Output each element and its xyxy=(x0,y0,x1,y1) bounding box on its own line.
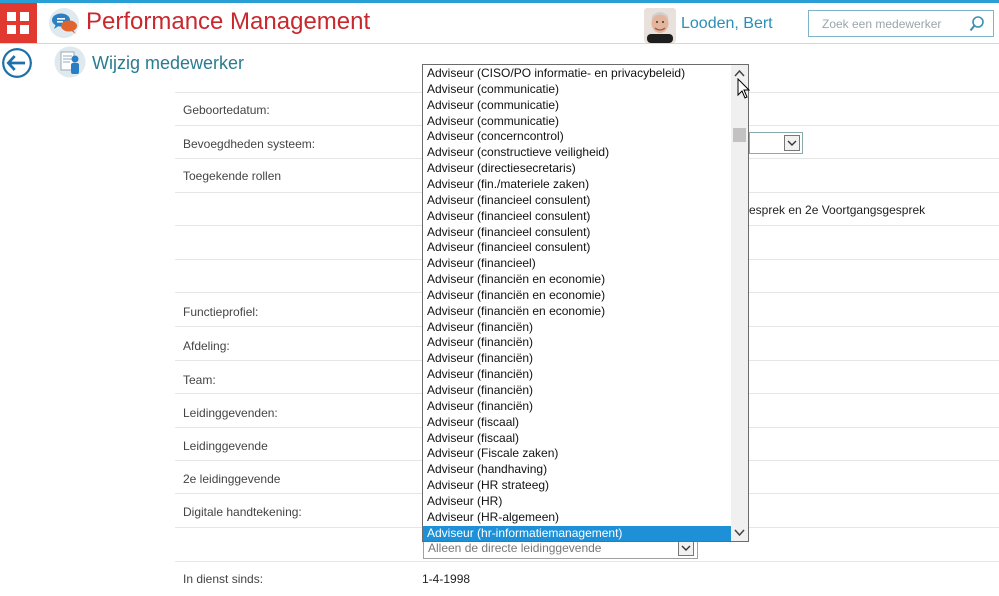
user-name[interactable]: Looden, Bert xyxy=(681,15,773,33)
label-bevoegdheden: Bevoegdheden systeem: xyxy=(183,137,316,151)
dropdown-option[interactable]: Adviseur (HR strateeg) xyxy=(423,478,732,494)
label-afdeling: Afdeling: xyxy=(183,339,230,353)
dropdown-option[interactable]: Adviseur (financiën en economie) xyxy=(423,304,732,320)
dropdown-option[interactable]: Adviseur (financiën) xyxy=(423,367,732,383)
mouse-cursor-icon xyxy=(737,78,751,99)
avatar[interactable] xyxy=(644,8,676,43)
dropdown-scrollbar[interactable] xyxy=(731,65,748,541)
chevron-down-icon[interactable] xyxy=(678,540,694,556)
search-placeholder: Zoek een medewerker xyxy=(822,17,942,31)
app-title: Performance Management xyxy=(86,8,371,35)
chat-bubbles-logo-icon xyxy=(49,8,79,38)
dropdown-option[interactable]: Adviseur (financiën) xyxy=(423,351,732,367)
dropdown-option[interactable]: Adviseur (fiscaal) xyxy=(423,431,732,447)
dropdown-option[interactable]: Adviseur (HR) xyxy=(423,494,732,510)
bevoegdheden-select[interactable] xyxy=(749,132,803,154)
dropdown-option[interactable]: Adviseur (financieel consulent) xyxy=(423,209,732,225)
label-geboortedatum: Geboortedatum: xyxy=(183,103,270,117)
dropdown-option[interactable]: Adviseur (Fiscale zaken) xyxy=(423,446,732,462)
dropdown-option[interactable]: Adviseur (HR-algemeen) xyxy=(423,510,732,526)
dropdown-option[interactable]: Adviseur (financiën) xyxy=(423,335,732,351)
signature-select-value: Alleen de directe leidinggevende xyxy=(428,541,602,555)
dropdown-option[interactable]: Adviseur (financieel consulent) xyxy=(423,240,732,256)
label-rollen: Toegekende rollen xyxy=(183,169,282,183)
apps-grid-icon[interactable] xyxy=(0,3,37,43)
chevron-down-icon[interactable] xyxy=(784,135,800,151)
scroll-thumb[interactable] xyxy=(733,128,746,142)
dropdown-option[interactable]: Adviseur (financiën) xyxy=(423,320,732,336)
label-leidinggevenden: Leidinggevenden: xyxy=(183,406,278,420)
function-dropdown-list[interactable]: Adviseur (CISO/PO informatie- en privacy… xyxy=(422,64,749,542)
dropdown-option[interactable]: Adviseur (financiën en economie) xyxy=(423,272,732,288)
label-leidinggevende: Leidinggevende xyxy=(183,439,268,453)
employee-edit-icon xyxy=(54,46,86,78)
dropdown-option[interactable]: Adviseur (concerncontrol) xyxy=(423,129,732,145)
dropdown-option[interactable]: Adviseur (CISO/PO informatie- en privacy… xyxy=(423,66,732,82)
role-description: esprek en 2e Voortgangsgesprek xyxy=(749,203,926,217)
dropdown-option[interactable]: Adviseur (financieel consulent) xyxy=(423,225,732,241)
label-functieprofiel: Functieprofiel: xyxy=(183,305,259,319)
back-arrow-icon[interactable] xyxy=(2,48,32,78)
page-title: Wijzig medewerker xyxy=(92,53,245,73)
dropdown-option[interactable]: Adviseur (fiscaal) xyxy=(423,415,732,431)
employee-search-input[interactable]: Zoek een medewerker xyxy=(808,10,994,37)
app-header: Performance Management Looden, Bert Zoek… xyxy=(0,3,999,44)
dropdown-option[interactable]: Adviseur (hr-informatiemanagement) xyxy=(423,525,732,541)
dropdown-option[interactable]: Adviseur (constructieve veiligheid) xyxy=(423,145,732,161)
dropdown-option[interactable]: Adviseur (financieel consulent) xyxy=(423,193,732,209)
scroll-down-icon[interactable] xyxy=(731,524,748,541)
dropdown-option[interactable]: Adviseur (communicatie) xyxy=(423,82,732,98)
search-icon[interactable] xyxy=(969,15,985,33)
row-in-dienst: In dienst sinds: 1-4-1998 xyxy=(175,561,999,595)
dropdown-option[interactable]: Adviseur (fin./materiele zaken) xyxy=(423,177,732,193)
dropdown-option[interactable]: Adviseur (communicatie) xyxy=(423,114,732,130)
label-2e-leidinggevende: 2e leidinggevende xyxy=(183,472,281,486)
dropdown-option[interactable]: Adviseur (financiën) xyxy=(423,399,732,415)
dropdown-option[interactable]: Adviseur (communicatie) xyxy=(423,98,732,114)
label-team: Team: xyxy=(183,373,216,387)
in-dienst-value: 1-4-1998 xyxy=(422,572,471,586)
dropdown-option[interactable]: Adviseur (financiën) xyxy=(423,383,732,399)
dropdown-option[interactable]: Adviseur (directiesecretaris) xyxy=(423,161,732,177)
label-handtekening: Digitale handtekening: xyxy=(183,505,302,519)
dropdown-option[interactable]: Adviseur (financiën en economie) xyxy=(423,288,732,304)
label-in-dienst: In dienst sinds: xyxy=(183,572,264,586)
dropdown-option[interactable]: Adviseur (handhaving) xyxy=(423,462,732,478)
dropdown-option[interactable]: Adviseur (financieel) xyxy=(423,256,732,272)
